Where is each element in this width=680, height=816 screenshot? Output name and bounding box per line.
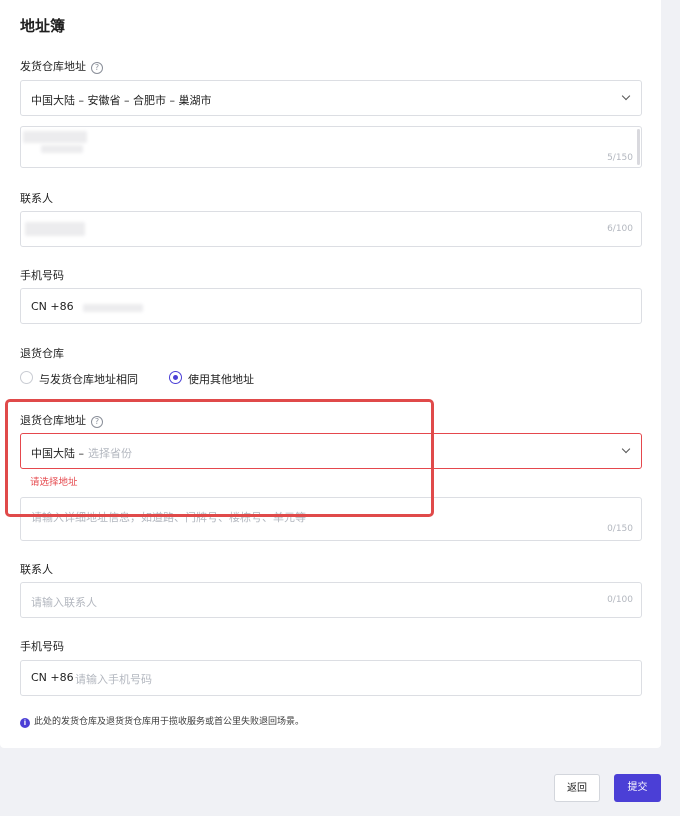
submit-button[interactable]: 提交	[614, 774, 661, 802]
ship-phone-label: 手机号码	[20, 269, 64, 282]
scrollbar[interactable]	[637, 129, 640, 165]
return-phone-input[interactable]: CN +86 请输入手机号码	[20, 660, 642, 696]
ship-contact-input[interactable]: 6/100	[20, 211, 642, 247]
footnote-text: 此处的发货仓库及退货货仓库用于揽收服务或首公里失败退回场景。	[34, 717, 305, 727]
footnote: i 此处的发货仓库及退货货仓库用于揽收服务或首公里失败退回场景。	[20, 714, 304, 728]
redacted-text	[83, 304, 143, 312]
radio-use-other-label[interactable]: 使用其他地址	[188, 371, 254, 387]
back-button[interactable]: 返回	[554, 774, 600, 802]
ship-detail-count: 5/150	[607, 153, 633, 163]
page-title: 地址簿	[20, 17, 66, 35]
return-contact-placeholder: 请输入联系人	[31, 596, 97, 609]
phone-prefix: CN +86	[31, 671, 74, 684]
return-phone-placeholder: 请输入手机号码	[75, 673, 152, 686]
address-book-card: 地址簿 发货仓库地址? 中国大陆 – 安徽省 – 合肥市 – 巢湖市 5/150…	[0, 0, 661, 748]
return-contact-input[interactable]: 请输入联系人 0/100	[20, 582, 642, 618]
return-contact-count: 0/100	[607, 595, 633, 605]
annotation-highlight-box	[5, 399, 434, 517]
ship-region-select[interactable]: 中国大陆 – 安徽省 – 合肥市 – 巢湖市	[20, 80, 642, 116]
help-icon[interactable]: ?	[91, 62, 103, 74]
chevron-down-icon	[621, 91, 631, 101]
return-contact-label: 联系人	[20, 563, 53, 576]
radio-use-other[interactable]	[169, 371, 182, 384]
redacted-text	[23, 131, 87, 143]
ship-contact-label: 联系人	[20, 192, 53, 205]
ship-detail-textarea[interactable]: 5/150	[20, 126, 642, 168]
phone-prefix: CN +86	[31, 300, 74, 313]
ship-address-label: 发货仓库地址?	[20, 58, 103, 74]
ship-address-label-text: 发货仓库地址	[20, 60, 86, 73]
ship-region-value: 中国大陆 – 安徽省 – 合肥市 – 巢湖市	[31, 94, 212, 107]
redacted-text	[41, 145, 83, 153]
chevron-down-icon	[621, 444, 631, 454]
radio-same-as-ship-label[interactable]: 与发货仓库地址相同	[39, 371, 138, 387]
info-circle-icon: i	[20, 718, 30, 728]
ship-phone-input[interactable]: CN +86	[20, 288, 642, 324]
return-warehouse-label: 退货仓库	[20, 347, 64, 360]
return-detail-count: 0/150	[607, 524, 633, 534]
return-phone-label: 手机号码	[20, 640, 64, 653]
radio-same-as-ship[interactable]	[20, 371, 33, 384]
ship-contact-count: 6/100	[607, 224, 633, 234]
redacted-text	[25, 222, 85, 236]
